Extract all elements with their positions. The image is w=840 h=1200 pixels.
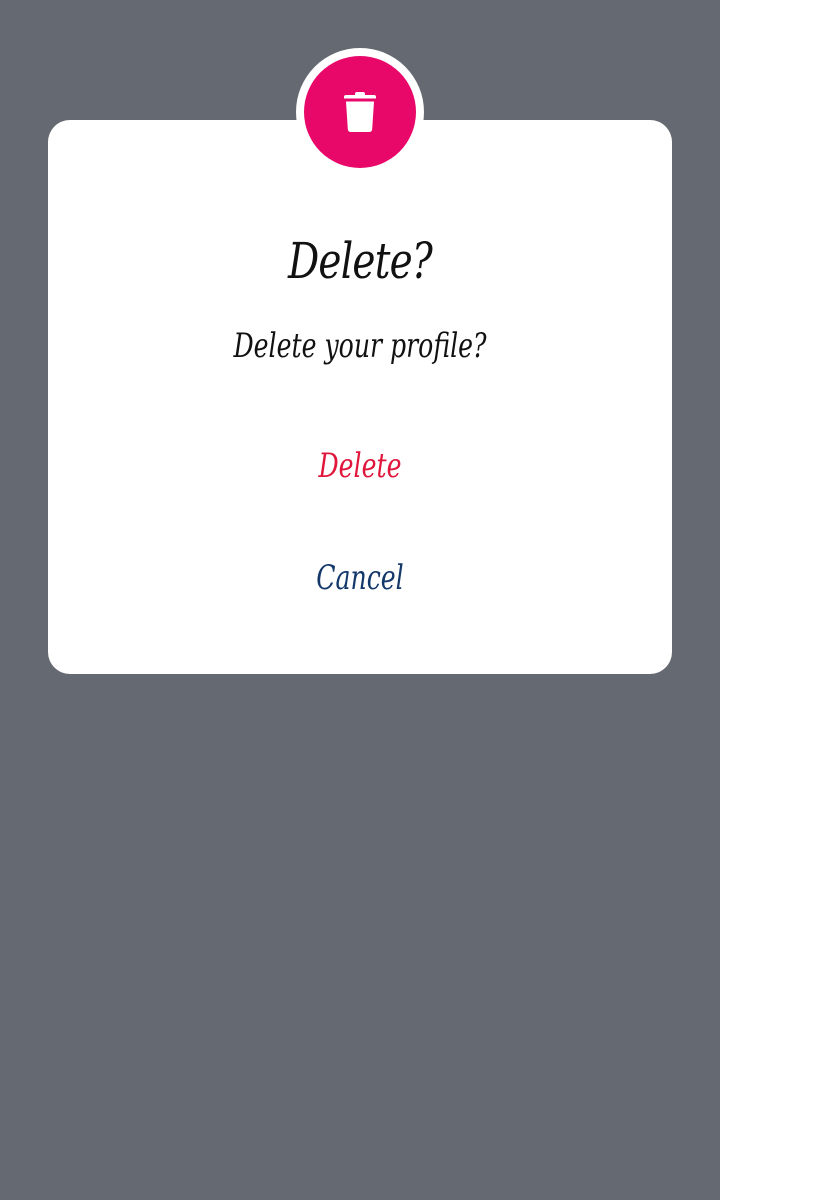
dialog-title: Delete? [287,232,433,290]
trash-icon [344,92,376,132]
screen: Delete? Delete your profile? Delete Canc… [0,0,840,1200]
delete-button[interactable]: Delete [94,442,627,490]
dialog-message: Delete your profile? [233,326,487,366]
cancel-button[interactable]: Cancel [94,554,627,602]
icon-circle [304,56,416,168]
background-area [720,0,840,1200]
